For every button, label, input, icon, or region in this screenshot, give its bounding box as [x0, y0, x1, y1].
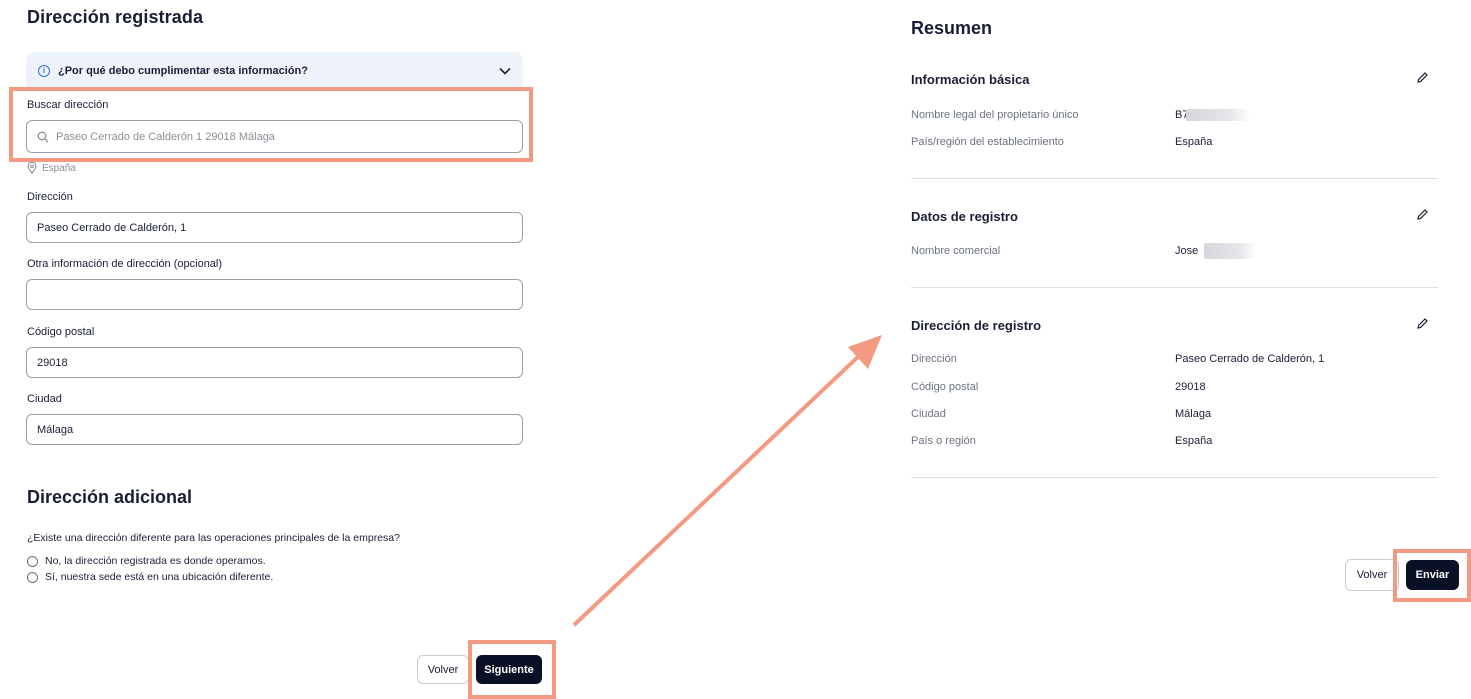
redaction-blur	[1186, 109, 1250, 121]
edit-pencil-icon[interactable]	[1416, 317, 1429, 330]
summary-value: España	[1175, 435, 1213, 447]
country-hint-text: España	[42, 162, 76, 174]
summary-value: Jose	[1175, 245, 1199, 257]
info-accordion-label: ¿Por qué debo cumplimentar esta informac…	[58, 65, 308, 77]
transition-arrow-icon	[572, 335, 882, 627]
registered-address-title: Dirección registrada	[27, 7, 204, 27]
address-input[interactable]: Paseo Cerrado de Calderón, 1	[26, 212, 523, 243]
summary-key: Nombre legal del propietario único	[911, 109, 1079, 121]
location-pin-icon	[27, 162, 37, 174]
search-highlight-box	[9, 87, 533, 162]
radio-option-label: No, la dirección registrada es donde ope…	[45, 555, 266, 567]
redaction-blur	[1204, 243, 1256, 259]
city-input[interactable]: Málaga	[26, 414, 523, 445]
country-hint: España	[27, 162, 76, 174]
section-divider	[911, 178, 1438, 179]
info-icon: i	[38, 65, 50, 77]
postal-code-label: Código postal	[27, 326, 95, 338]
summary-value: Málaga	[1175, 408, 1212, 420]
summary-key: Nombre comercial	[911, 245, 1001, 257]
summary-key: Dirección	[911, 353, 957, 365]
summary-title: Resumen	[911, 18, 993, 38]
postal-code-value: 29018	[37, 356, 68, 369]
basic-info-title: Información básica	[911, 72, 1030, 87]
other-address-input[interactable]	[26, 279, 523, 310]
radio-option-label: Sí, nuestra sede está en una ubicación d…	[45, 571, 274, 583]
other-address-label: Otra información de dirección (opcional)	[27, 258, 223, 270]
registration-data-title: Datos de registro	[911, 209, 1018, 224]
info-accordion[interactable]: i ¿Por qué debo cumplimentar esta inform…	[26, 52, 523, 90]
edit-pencil-icon[interactable]	[1416, 71, 1429, 84]
summary-key: Ciudad	[911, 408, 946, 420]
summary-value: 29018	[1175, 381, 1206, 393]
radio-option-different[interactable]: Sí, nuestra sede está en una ubicación d…	[27, 571, 273, 583]
next-highlight-box	[468, 640, 556, 699]
summary-key: País/región del establecimiento	[911, 136, 1064, 148]
back-button[interactable]: Volver	[417, 655, 469, 684]
section-divider	[911, 287, 1438, 288]
radio-button[interactable]	[27, 571, 38, 583]
submit-highlight-box	[1393, 549, 1471, 602]
city-label: Ciudad	[27, 393, 62, 405]
summary-key: País o región	[911, 435, 976, 447]
summary-value: Paseo Cerrado de Calderón, 1	[1175, 353, 1325, 365]
additional-address-question: ¿Existe una dirección diferente para las…	[27, 532, 400, 544]
summary-key: Código postal	[911, 381, 979, 393]
address-label: Dirección	[27, 191, 73, 203]
postal-code-input[interactable]: 29018	[26, 347, 523, 378]
radio-button[interactable]	[27, 555, 38, 567]
edit-pencil-icon[interactable]	[1416, 208, 1429, 221]
registration-address-title: Dirección de registro	[911, 318, 1042, 333]
address-input-value: Paseo Cerrado de Calderón, 1	[37, 221, 187, 234]
city-input-value: Málaga	[37, 423, 74, 436]
radio-option-same[interactable]: No, la dirección registrada es donde ope…	[27, 555, 266, 567]
section-divider	[911, 477, 1438, 478]
summary-value: España	[1175, 136, 1213, 148]
additional-address-title: Dirección adicional	[27, 487, 193, 507]
back-button[interactable]: Volver	[1345, 559, 1399, 591]
chevron-down-icon	[499, 67, 511, 75]
